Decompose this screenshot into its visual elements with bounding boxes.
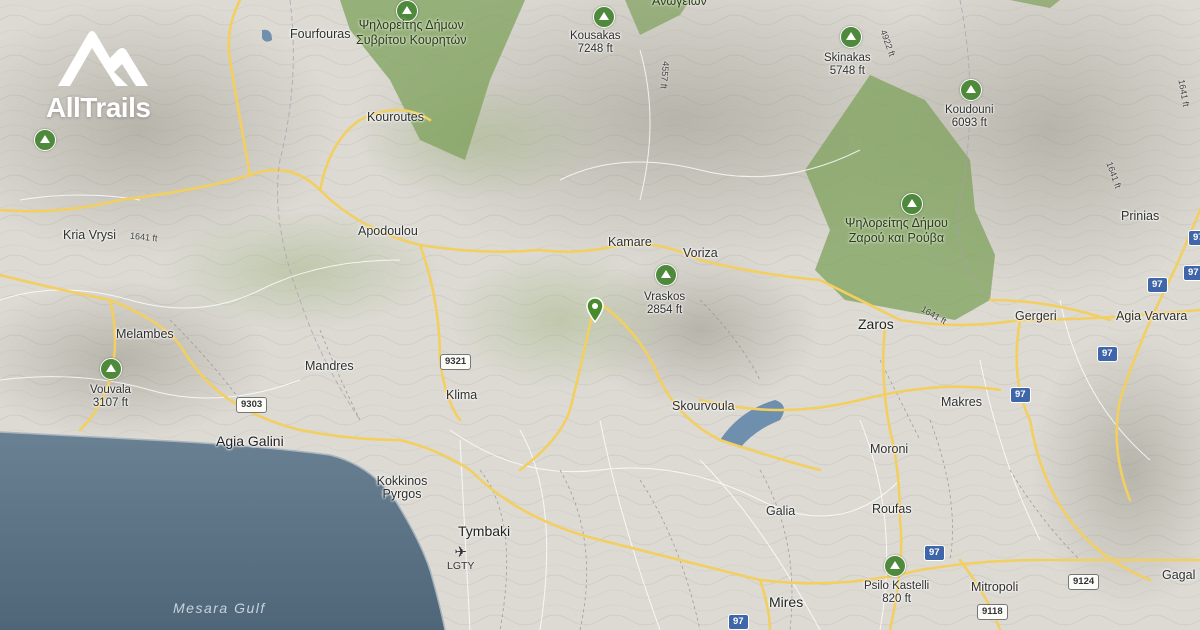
place-label: Prinias bbox=[1121, 209, 1160, 223]
map[interactable]: AllTrails Kousakas 7248 ft Skinakas 5748… bbox=[0, 0, 1200, 630]
place-label: Moroni bbox=[870, 442, 909, 456]
place-label: Kokkinos Pyrgos bbox=[376, 474, 428, 501]
place-label: Klima bbox=[446, 388, 478, 402]
peak-name: Psilo Kastelli bbox=[864, 580, 930, 592]
place-label: Kamare bbox=[608, 235, 652, 249]
peak-icon[interactable] bbox=[901, 193, 923, 215]
route-shield: 97 bbox=[1147, 277, 1168, 293]
route-shield: 9303 bbox=[236, 397, 268, 413]
peak-vraskos[interactable]: Vraskos 2854 ft bbox=[644, 291, 685, 317]
place-label: Voriza bbox=[683, 246, 718, 260]
forest-label: Ψηλορείτης Δήμων Συβρίτου Κουρητών bbox=[356, 18, 467, 47]
peak-elevation: 820 ft bbox=[882, 593, 911, 605]
route-shield: 97 bbox=[728, 614, 749, 630]
airport-code: LGTY bbox=[447, 560, 475, 572]
place-label: Mandres bbox=[305, 359, 354, 373]
peak-elevation: 3107 ft bbox=[92, 397, 129, 409]
peak-elevation: 7248 ft bbox=[577, 43, 613, 55]
place-label: Gergeri bbox=[1015, 309, 1057, 323]
peak-icon[interactable] bbox=[960, 79, 982, 101]
peak-elevation: 5748 ft bbox=[829, 65, 865, 77]
place-label: Agia Galini bbox=[216, 433, 284, 449]
place-label: Fourfouras bbox=[290, 27, 351, 41]
place-label: Makres bbox=[941, 395, 982, 409]
place-label: Galia bbox=[766, 504, 796, 518]
place-label: Skourvoula bbox=[672, 399, 735, 413]
route-shield: 9124 bbox=[1068, 574, 1100, 590]
peak-icon[interactable] bbox=[593, 6, 615, 28]
place-label: Gagal bbox=[1162, 568, 1196, 582]
route-shield: 97 bbox=[1097, 346, 1118, 362]
forest-label: Ψηλορείτης Δήμου Ζαρού και Ρούβα bbox=[845, 216, 948, 245]
peak-icon[interactable] bbox=[884, 555, 906, 577]
peak-icon[interactable] bbox=[34, 129, 56, 151]
place-label: Kouroutes bbox=[367, 110, 424, 124]
route-shield: 9118 bbox=[977, 604, 1008, 620]
place-label: Kria Vrysi bbox=[63, 228, 117, 242]
route-shield: 97 bbox=[1010, 387, 1031, 403]
peak-kousakas[interactable]: Kousakas 7248 ft bbox=[570, 30, 621, 56]
peak-psilo-kastelli[interactable]: Psilo Kastelli 820 ft bbox=[864, 580, 929, 606]
place-label: Mitropoli bbox=[971, 580, 1019, 594]
peak-elevation: 2854 ft bbox=[646, 304, 683, 316]
peak-icon[interactable] bbox=[840, 26, 862, 48]
peak-name: Vouvala bbox=[90, 384, 131, 396]
place-label: Mires bbox=[769, 594, 804, 610]
peak-vouvala[interactable]: Vouvala 3107 ft bbox=[90, 384, 131, 410]
place-label: Tymbaki bbox=[458, 523, 511, 539]
route-shield: 97 bbox=[1183, 265, 1200, 281]
peak-elevation: 6093 ft bbox=[951, 117, 987, 129]
place-label: Agia Varvara bbox=[1116, 309, 1188, 323]
route-shield: 97 bbox=[924, 545, 945, 561]
water-label: Mesara Gulf bbox=[173, 600, 266, 616]
peak-icon[interactable] bbox=[655, 264, 677, 286]
peak-name: Skinakas bbox=[824, 52, 871, 64]
peak-name: Kousakas bbox=[570, 30, 621, 42]
airport[interactable]: ✈ LGTY bbox=[447, 545, 474, 572]
peak-name: Vraskos bbox=[644, 291, 686, 303]
place-label: Apodoulou bbox=[358, 224, 418, 238]
peak-icon[interactable] bbox=[100, 358, 122, 380]
brand-name: AllTrails bbox=[46, 92, 151, 123]
place-label: Melambes bbox=[116, 327, 174, 341]
peak-name: Koudouni bbox=[945, 104, 994, 116]
peak-skinakas[interactable]: Skinakas 5748 ft bbox=[824, 52, 871, 78]
airplane-icon: ✈ bbox=[454, 544, 467, 561]
place-label: Zaros bbox=[858, 316, 894, 332]
route-shield: 9321 bbox=[440, 354, 472, 370]
trail-pin-icon[interactable] bbox=[586, 297, 604, 323]
place-label: Roufas bbox=[872, 502, 912, 516]
peak-koudouni[interactable]: Koudouni 6093 ft bbox=[945, 104, 994, 130]
route-shield: 97 bbox=[1188, 230, 1200, 246]
forest-label: Ανωγείων bbox=[652, 0, 707, 8]
